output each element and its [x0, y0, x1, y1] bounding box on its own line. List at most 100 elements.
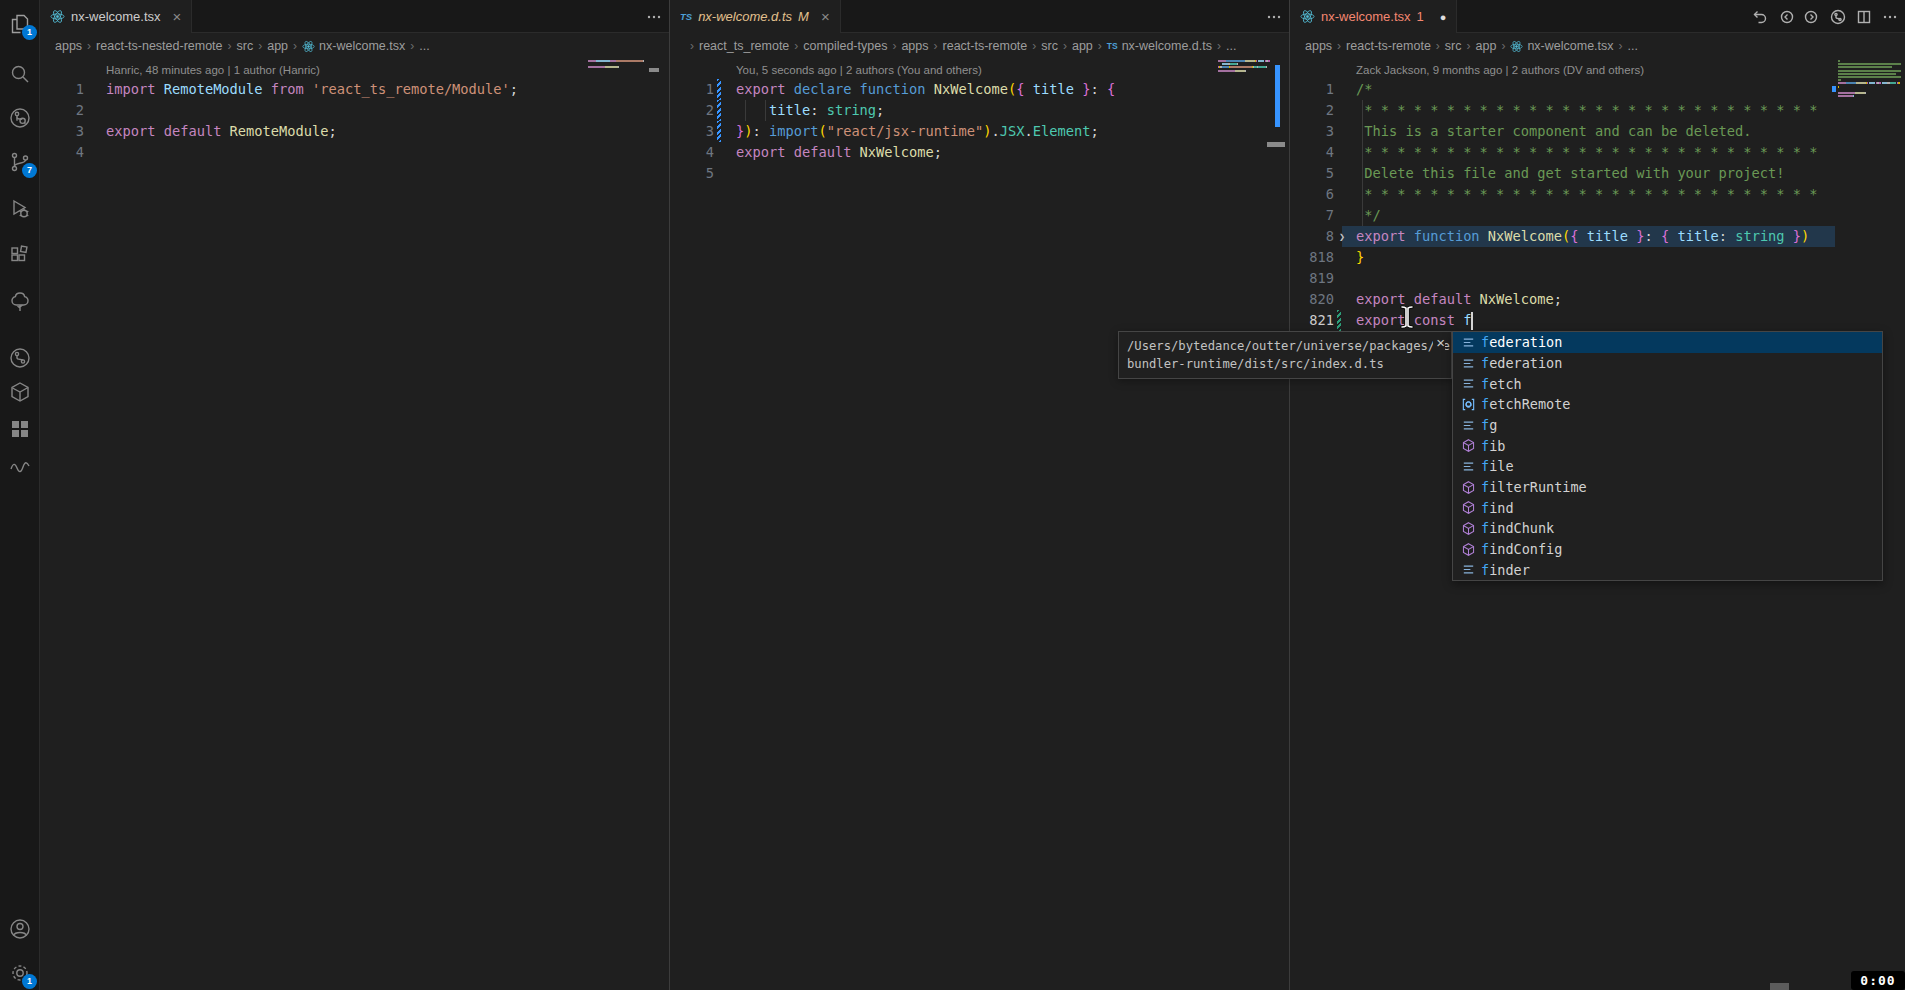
squiggle-icon[interactable] [8, 454, 32, 478]
gutter-modified-indicator[interactable] [717, 79, 721, 100]
breadcrumb-item[interactable]: compiled-types [803, 39, 887, 53]
remote-graph-icon[interactable] [8, 106, 32, 130]
editor-pane[interactable]: Hanric, 48 minutes ago | 1 author (Hanri… [40, 59, 669, 990]
more-actions-icon[interactable] [1265, 8, 1283, 26]
code-line[interactable]: 8❯export function NxWelcome({ title }: {… [1290, 226, 1905, 247]
cube-icon[interactable] [8, 380, 32, 404]
discard-icon[interactable] [1751, 8, 1769, 26]
more-actions-icon[interactable] [645, 8, 663, 26]
run-debug-icon[interactable] [8, 197, 32, 221]
codelens[interactable]: You, 5 seconds ago | 2 authors (You and … [670, 59, 1289, 79]
tab-nx-welcome.tsx[interactable]: nx-welcome.tsx1● [1290, 0, 1457, 33]
tab-close-icon[interactable]: × [173, 8, 182, 25]
code-line[interactable]: 6 * * * * * * * * * * * * * * * * * * * … [1290, 184, 1905, 205]
suggest-item-federation[interactable]: federation [1453, 353, 1882, 374]
fold-chevron-icon[interactable]: ❯ [1339, 226, 1345, 247]
code-line[interactable]: 4 [40, 142, 669, 163]
gutter-modified-indicator[interactable] [717, 121, 721, 142]
scrollbar-fragment [1770, 983, 1789, 990]
tab-nx-welcome.tsx[interactable]: nx-welcome.tsx× [40, 0, 192, 33]
codelens[interactable]: Zack Jackson, 9 months ago | 2 authors (… [1290, 59, 1905, 79]
codelens[interactable]: Hanric, 48 minutes ago | 1 author (Hanri… [40, 59, 669, 79]
indent-guide [1362, 100, 1363, 226]
code-line[interactable]: 1export declare function NxWelcome({ tit… [670, 79, 1289, 100]
breadcrumb-item[interactable]: src [1041, 39, 1058, 53]
tab-dirty-dot[interactable]: ● [1440, 11, 1447, 23]
split-editor-icon[interactable] [1855, 8, 1873, 26]
more-actions-icon[interactable] [1881, 8, 1899, 26]
breadcrumb-item[interactable]: src [237, 39, 254, 53]
code-line[interactable]: 819 [1290, 268, 1905, 289]
suggest-text-icon [1458, 458, 1478, 474]
code-line[interactable]: 2 title: string; [670, 100, 1289, 121]
react-icon [302, 40, 315, 53]
breadcrumb-item[interactable]: ... [1226, 39, 1236, 53]
gutter-modified-indicator[interactable] [717, 100, 721, 121]
explorer-icon[interactable]: 1 [8, 12, 32, 36]
suggest-item-finder[interactable]: finder [1453, 559, 1882, 580]
prev-change-icon[interactable] [1777, 8, 1795, 26]
code-line[interactable]: 5 Delete this file and get started with … [1290, 163, 1905, 184]
suggest-item-federation[interactable]: federation [1453, 332, 1882, 353]
code-line[interactable]: 4export default NxWelcome; [670, 142, 1289, 163]
minimap[interactable] [1838, 60, 1899, 120]
breadcrumb-item[interactable]: react-ts-remote [1346, 39, 1431, 53]
breadcrumb-item[interactable]: app [1072, 39, 1093, 53]
code-line[interactable]: 3}): import("react/jsx-runtime").JSX.Ele… [670, 121, 1289, 142]
code-line[interactable]: 1/* [1290, 79, 1905, 100]
code-line[interactable]: 7 */ [1290, 205, 1905, 226]
breadcrumb-item[interactable]: ... [419, 39, 429, 53]
code-line[interactable]: 3export default RemoteModule; [40, 121, 669, 142]
settings-icon[interactable]: 1 [8, 961, 32, 985]
code-line[interactable]: 820export default NxWelcome; [1290, 289, 1905, 310]
breadcrumb-item[interactable]: nx-welcome.tsx [302, 39, 405, 53]
minimap-line [1838, 82, 1899, 84]
breadcrumb-item[interactable]: ... [1628, 39, 1638, 53]
minimap[interactable] [1218, 60, 1283, 120]
code-line[interactable]: 821export const f [1290, 310, 1905, 331]
breadcrumb-item[interactable]: react-ts-remote [943, 39, 1028, 53]
breadcrumb-item[interactable]: src [1445, 39, 1462, 53]
suggest-item-find[interactable]: find [1453, 497, 1882, 518]
tree-icon[interactable] [8, 290, 32, 314]
suggest-item-fg[interactable]: fg [1453, 415, 1882, 436]
suggest-item-findConfig[interactable]: findConfig [1453, 539, 1882, 560]
branch-circle-icon[interactable] [1829, 8, 1847, 26]
breadcrumb-item[interactable]: apps [901, 39, 928, 53]
grid-icon[interactable] [8, 417, 32, 441]
code-line[interactable]: 818} [1290, 247, 1905, 268]
code-line[interactable]: 2 [40, 100, 669, 121]
suggest-item-fetch[interactable]: fetch [1453, 373, 1882, 394]
breadcrumb-item[interactable]: app [1476, 39, 1497, 53]
breadcrumb-item[interactable]: apps [1305, 39, 1332, 53]
breadcrumb-item[interactable]: nx-welcome.tsx [1510, 39, 1613, 53]
suggest-details-close-icon[interactable]: × [1433, 334, 1445, 352]
tab-nx-welcome.d.ts[interactable]: TSnx-welcome.d.tsM× [670, 0, 841, 33]
code-line[interactable]: 3 This is a starter component and can be… [1290, 121, 1905, 142]
breadcrumb-item[interactable]: TSnx-welcome.d.ts [1107, 39, 1212, 53]
editor-pane[interactable]: You, 5 seconds ago | 2 authors (You and … [670, 59, 1289, 990]
breadcrumb-item[interactable]: apps [55, 39, 82, 53]
suggest-item-fetchRemote[interactable]: fetchRemote [1453, 394, 1882, 415]
gutter-added-indicator[interactable] [1337, 310, 1341, 331]
source-control-icon[interactable]: 7 [8, 150, 32, 174]
suggest-item-fib[interactable]: fib [1453, 435, 1882, 456]
breadcrumb-separator: › [293, 39, 297, 53]
next-change-icon[interactable] [1803, 8, 1821, 26]
breadcrumb-item[interactable]: app [267, 39, 288, 53]
circle-branch-icon[interactable] [8, 346, 32, 370]
suggest-item-filterRuntime[interactable]: filterRuntime [1453, 477, 1882, 498]
code-line[interactable]: 4 * * * * * * * * * * * * * * * * * * * … [1290, 142, 1905, 163]
breadcrumb-item[interactable]: react_ts_remote [699, 39, 789, 53]
code-line[interactable]: 1import RemoteModule from 'react_ts_remo… [40, 79, 669, 100]
code-line[interactable]: 5 [670, 163, 1289, 184]
extensions-icon[interactable] [8, 243, 32, 267]
account-icon[interactable] [8, 917, 32, 941]
tab-close-icon[interactable]: × [821, 8, 830, 25]
suggest-item-findChunk[interactable]: findChunk [1453, 518, 1882, 539]
breadcrumb-item[interactable]: react-ts-nested-remote [96, 39, 222, 53]
search-icon[interactable] [8, 62, 32, 86]
code-line[interactable]: 2 * * * * * * * * * * * * * * * * * * * … [1290, 100, 1905, 121]
suggest-item-file[interactable]: file [1453, 456, 1882, 477]
minimap-line [588, 60, 663, 62]
